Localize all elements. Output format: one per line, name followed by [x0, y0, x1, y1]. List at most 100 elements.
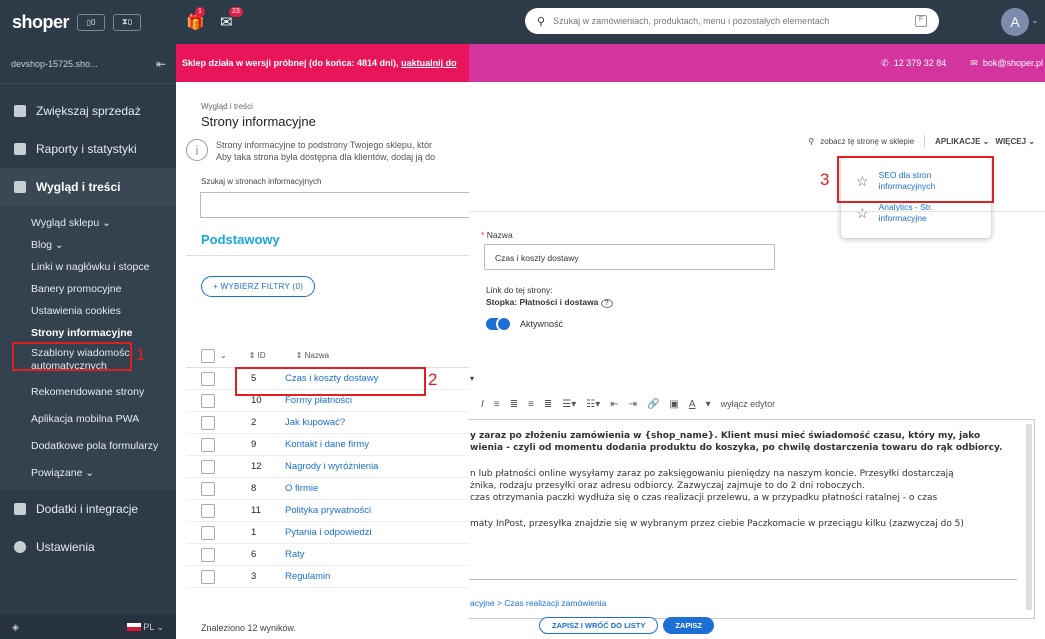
- image-icon[interactable]: ▣: [669, 399, 678, 410]
- menu-item-addons[interactable]: Dodatki i integracje: [0, 490, 176, 528]
- email-contact[interactable]: ✉ bok@shoper.pl: [970, 58, 1043, 69]
- row-checkbox[interactable]: [201, 525, 215, 540]
- text-color-icon[interactable]: A: [689, 399, 696, 410]
- table-row[interactable]: 1 Pytania i odpowiedzi: [186, 522, 469, 544]
- row-checkbox[interactable]: [201, 437, 215, 452]
- col-id-header[interactable]: ⇕ ID: [227, 351, 271, 360]
- align-center-icon[interactable]: ≣: [510, 399, 518, 410]
- submenu-item-pwa[interactable]: Aplikacja mobilna PWA: [0, 408, 176, 430]
- row-checkbox[interactable]: [201, 569, 215, 584]
- active-toggle[interactable]: [486, 316, 512, 332]
- save-button[interactable]: ZAPISZ: [663, 617, 715, 634]
- star-icon[interactable]: ☆: [856, 206, 869, 220]
- row-name-link[interactable]: O firmie: [270, 483, 318, 494]
- align-right-icon[interactable]: ≡: [528, 399, 534, 410]
- shop-selector[interactable]: devshop-15725.sho... ⇤: [0, 44, 176, 84]
- numbered-list-icon[interactable]: ☷▾: [586, 399, 600, 410]
- table-row[interactable]: 9 Kontakt i dane firmy: [186, 434, 469, 456]
- menu-item-sales[interactable]: Zwiększaj sprzedaż: [0, 92, 176, 130]
- table-row[interactable]: 11 Polityka prywatności: [186, 500, 469, 522]
- global-search[interactable]: ⚲ Szukaj w zamówieniach, produktach, men…: [525, 8, 939, 34]
- submenu-item-store-look[interactable]: Wygląd sklepu ⌄: [0, 212, 176, 234]
- sidebar-header: shoper ▯ 0 ⧗ 0: [0, 0, 176, 44]
- row-id: 11: [251, 505, 261, 516]
- menu-item-settings[interactable]: Ustawienia: [0, 528, 176, 566]
- view-in-store-link[interactable]: zobacz tę stronę w sklepie: [820, 137, 914, 146]
- row-checkbox[interactable]: [201, 481, 215, 496]
- submenu-item-recommended-pages[interactable]: Rekomendowane strony: [0, 376, 176, 408]
- layers-icon[interactable]: ◈: [12, 622, 19, 633]
- collapse-menu-icon[interactable]: ⇤: [156, 57, 166, 71]
- submenu-item-blog[interactable]: Blog ⌄: [0, 234, 176, 256]
- table-row[interactable]: 6 Raty: [186, 544, 469, 566]
- row-name-link[interactable]: Nagrody i wyróżnienia: [270, 461, 378, 472]
- phone-contact[interactable]: ✆ 12 379 32 84: [881, 58, 946, 69]
- table-row[interactable]: 8 O firmie: [186, 478, 469, 500]
- breadcrumb[interactable]: Wygląd i treści: [176, 82, 469, 111]
- search-icon: ⚲: [537, 15, 546, 28]
- save-and-return-button[interactable]: ZAPISZ I WRÓĆ DO LISTY: [539, 617, 659, 634]
- orders-counter[interactable]: ▯ 0: [77, 13, 106, 31]
- choose-filters-button[interactable]: + WYBIERZ FILTRY (0): [201, 276, 316, 297]
- name-input[interactable]: Czas i koszty dostawy: [484, 244, 775, 270]
- caret-icon[interactable]: ▾: [470, 374, 474, 383]
- annotation-number-3: 3: [820, 170, 830, 189]
- annotation-number-2: 2: [428, 370, 438, 389]
- row-checkbox[interactable]: [201, 371, 215, 386]
- justify-icon[interactable]: ≣: [544, 399, 552, 410]
- avatar[interactable]: A: [1001, 8, 1029, 36]
- row-checkbox[interactable]: [201, 415, 215, 430]
- upgrade-link[interactable]: uaktualnij do: [401, 58, 457, 68]
- shoper-logo[interactable]: shoper: [12, 12, 70, 33]
- outdent-icon[interactable]: ⇤: [610, 399, 618, 410]
- submenu-item-related[interactable]: Powiązane ⌄: [0, 462, 176, 484]
- search-input[interactable]: [200, 192, 469, 218]
- editor-scrollbar[interactable]: [1026, 424, 1032, 610]
- table-row[interactable]: 2 Jak kupować?: [186, 412, 469, 434]
- row-name-link[interactable]: Raty: [270, 549, 305, 560]
- table-row[interactable]: 12 Nagrody i wyróżnienia: [186, 456, 469, 478]
- separator: [924, 135, 926, 147]
- more-menu[interactable]: WIĘCEJ ⌄: [995, 137, 1035, 146]
- content-editor[interactable]: y zaraz po złożeniu zamówienia w {shop_n…: [469, 419, 1035, 619]
- select-all-checkbox[interactable]: [201, 348, 215, 363]
- italic-icon[interactable]: I: [481, 399, 484, 410]
- hourglass-counter[interactable]: ⧗ 0: [113, 13, 142, 31]
- language-selector[interactable]: PL ⌄: [126, 622, 164, 633]
- chevron-down-icon[interactable]: ⌄: [220, 351, 227, 360]
- submenu-item-cookies[interactable]: Ustawienia cookies: [0, 300, 176, 322]
- editor-toolbar: I ≡ ≣ ≡ ≣ ☰▾ ☷▾ ⇤ ⇥ 🔗 ▣ A ▾ wyłącz edyto…: [469, 392, 1029, 416]
- gift-icon[interactable]: 🎁 1: [186, 7, 205, 31]
- disable-editor-link[interactable]: wyłącz edytor: [721, 399, 776, 409]
- mail-icon[interactable]: ✉ 23: [220, 7, 243, 31]
- table-row[interactable]: 3 Regulamin: [186, 566, 469, 588]
- bullet-list-icon[interactable]: ☰▾: [562, 399, 576, 410]
- row-name-link[interactable]: Formy płatności: [270, 395, 352, 406]
- apps-menu[interactable]: APLIKACJE ⌄: [935, 137, 989, 146]
- submenu-item-header-links[interactable]: Linki w nagłówku i stopce: [0, 256, 176, 278]
- row-checkbox[interactable]: [201, 393, 215, 408]
- col-name-header[interactable]: ⇕ Nazwa: [271, 351, 329, 360]
- chevron-down-icon[interactable]: ⌄: [1031, 15, 1039, 26]
- row-name-link[interactable]: Polityka prywatności: [270, 505, 371, 516]
- submenu-item-info-pages[interactable]: Strony informacyjne: [0, 322, 176, 344]
- row-checkbox[interactable]: [201, 503, 215, 518]
- row-name-link[interactable]: Kontakt i dane firmy: [270, 439, 369, 450]
- align-left-icon[interactable]: ≡: [494, 399, 500, 410]
- row-id: 1: [251, 527, 257, 538]
- chevron-down-icon[interactable]: ▾: [706, 399, 711, 410]
- row-checkbox[interactable]: [201, 459, 215, 474]
- menu-item-reports[interactable]: Raporty i statystyki: [0, 130, 176, 168]
- row-name-link[interactable]: Regulamin: [270, 571, 330, 582]
- submenu-item-banners[interactable]: Banery promocyjne: [0, 278, 176, 300]
- row-name-link[interactable]: Pytania i odpowiedzi: [270, 527, 372, 538]
- editor-content: y zaraz po złożeniu zamówienia w {shop_n…: [470, 431, 1003, 529]
- menu-item-appearance[interactable]: Wygląd i treści: [0, 168, 176, 206]
- row-name-link[interactable]: Jak kupować?: [270, 417, 345, 428]
- editor-path[interactable]: acyjne > Czas realizacji zamówienia: [470, 598, 606, 608]
- submenu-item-form-fields[interactable]: Dodatkowe pola formularzy: [0, 430, 176, 462]
- row-checkbox[interactable]: [201, 547, 215, 562]
- indent-icon[interactable]: ⇥: [629, 399, 637, 410]
- help-icon[interactable]: ?: [600, 299, 613, 308]
- link-icon[interactable]: 🔗: [647, 399, 659, 410]
